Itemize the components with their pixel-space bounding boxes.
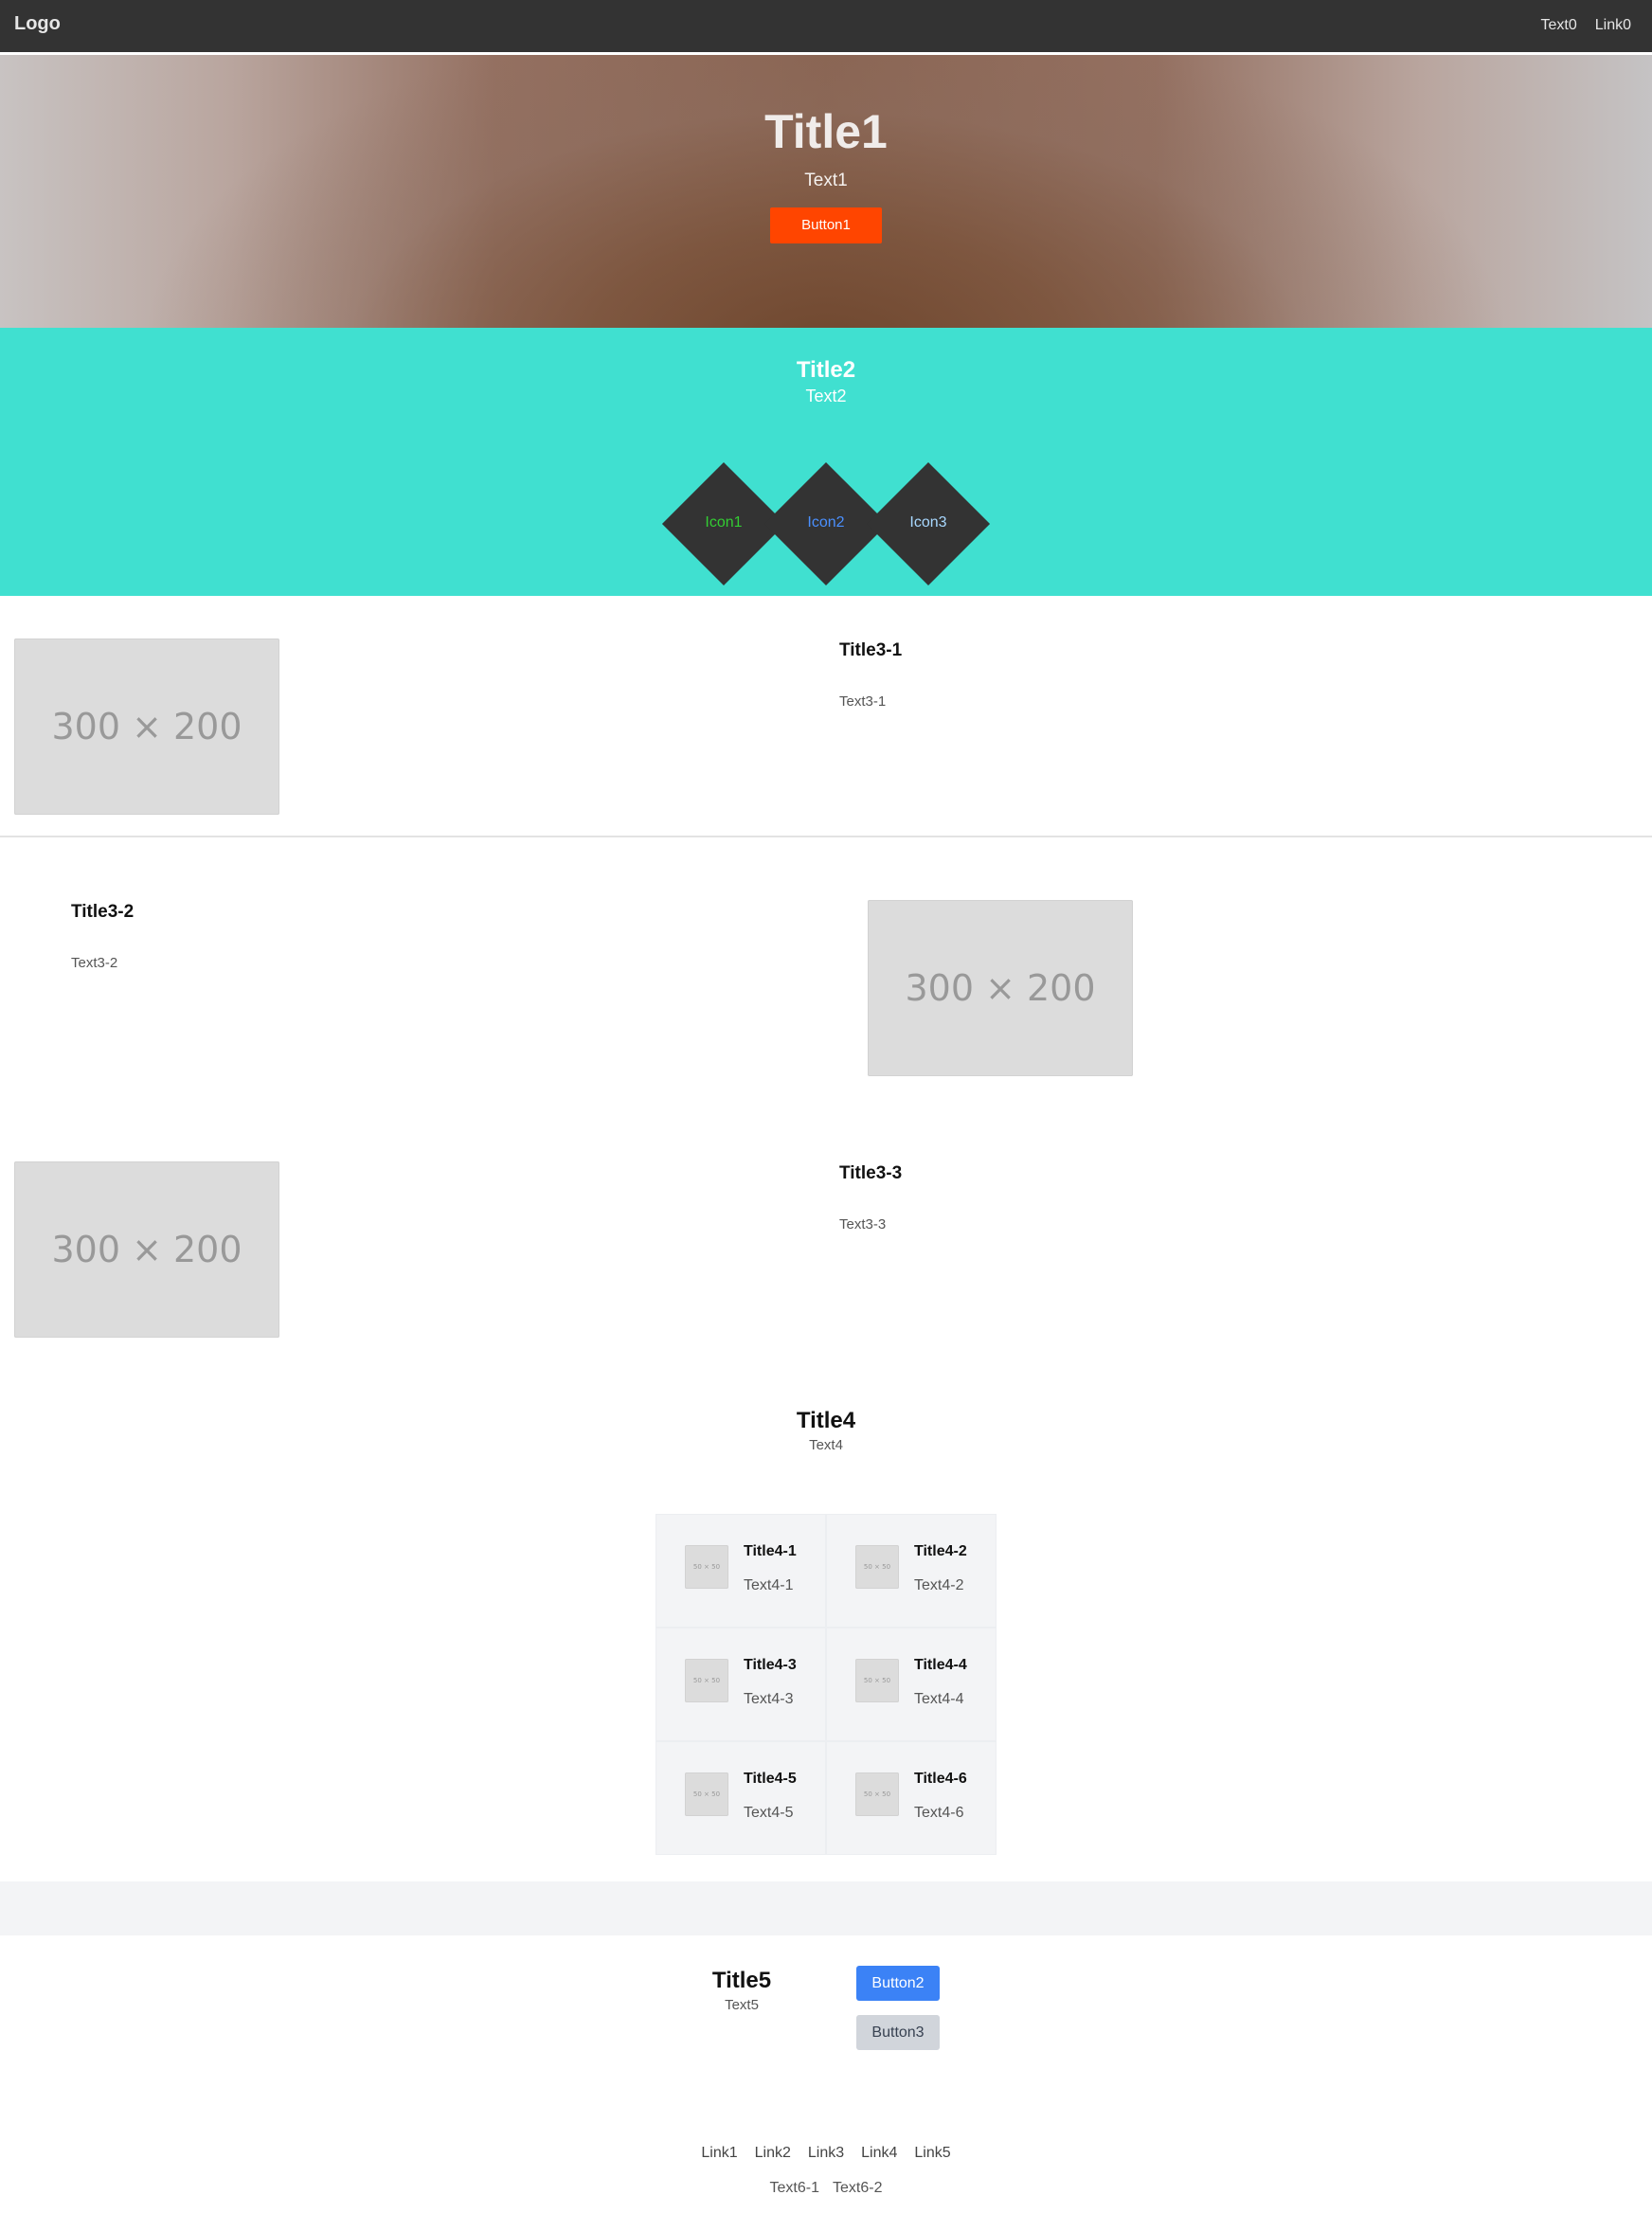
- grid-item-image: 50 × 50: [855, 1772, 899, 1816]
- row1-title: Title3-1: [839, 640, 903, 660]
- divider-band: [0, 1881, 1652, 1935]
- hero-banner: [0, 55, 1652, 328]
- footer-link-4[interactable]: Link4: [861, 2145, 897, 2162]
- grid-text: Text4: [809, 1437, 843, 1453]
- grid-item: 50 × 50 Title4-2 Text4-2: [826, 1514, 997, 1628]
- grid-item: 50 × 50 Title4-5 Text4-5: [655, 1741, 826, 1855]
- grid-item-image: 50 × 50: [685, 1772, 728, 1816]
- grid-item-image: 50 × 50: [685, 1545, 728, 1589]
- row1-image: 300 × 200: [14, 639, 279, 815]
- grid-item: 50 × 50 Title4-4 Text4-4: [826, 1628, 997, 1741]
- row2-title: Title3-2: [71, 902, 135, 922]
- footer-link-3[interactable]: Link3: [808, 2145, 844, 2162]
- grid-title: Title4: [796, 1408, 856, 1433]
- feature-grid: 50 × 50 Title4-1 Text4-1 50 × 50 Title4-…: [655, 1514, 997, 1855]
- grid-item-text: Text4-4: [914, 1691, 964, 1707]
- grid-item-image: 50 × 50: [855, 1545, 899, 1589]
- footer-text: Text6-1 Text6-2: [0, 2180, 1652, 2197]
- grid-item-title: Title4-5: [744, 1771, 797, 1787]
- icon3-label[interactable]: Icon3: [867, 514, 990, 531]
- hero-text: Text1: [804, 171, 848, 190]
- footer-text-1: Text6-1: [769, 2180, 819, 2196]
- grid-item-title: Title4-6: [914, 1771, 967, 1787]
- grid-item-title: Title4-4: [914, 1657, 967, 1673]
- grid-item: 50 × 50 Title4-1 Text4-1: [655, 1514, 826, 1628]
- features-title: Title2: [796, 357, 856, 383]
- grid-item: 50 × 50 Title4-6 Text4-6: [826, 1741, 997, 1855]
- section-divider: [0, 836, 1652, 837]
- grid-item-title: Title4-2: [914, 1543, 967, 1559]
- row3-image: 300 × 200: [14, 1161, 279, 1338]
- row2-text: Text3-2: [71, 955, 118, 971]
- grid-item-image: 50 × 50: [685, 1659, 728, 1702]
- hero-title: Title1: [764, 105, 888, 158]
- grid-item-text: Text4-3: [744, 1691, 794, 1707]
- row1-text: Text3-1: [839, 693, 887, 710]
- cta-text: Text5: [725, 1997, 759, 2013]
- top-navbar: Logo Text0 Link0: [0, 0, 1652, 55]
- grid-item-title: Title4-3: [744, 1657, 797, 1673]
- primary-button[interactable]: Button2: [856, 1966, 940, 2001]
- grid-item-text: Text4-2: [914, 1577, 964, 1593]
- nav-link[interactable]: Link0: [1595, 17, 1631, 34]
- grid-item-title: Title4-1: [744, 1543, 797, 1559]
- grid-item-text: Text4-6: [914, 1805, 964, 1821]
- footer-link-2[interactable]: Link2: [755, 2145, 791, 2162]
- footer-links: Link1 Link2 Link3 Link4 Link5: [0, 2145, 1652, 2162]
- grid-item-text: Text4-1: [744, 1577, 794, 1593]
- footer-text-2: Text6-2: [833, 2180, 883, 2196]
- grid-item: 50 × 50 Title4-3 Text4-3: [655, 1628, 826, 1741]
- cta-title: Title5: [711, 1968, 772, 1993]
- secondary-button[interactable]: Button3: [856, 2015, 940, 2050]
- grid-item-image: 50 × 50: [855, 1659, 899, 1702]
- row3-text: Text3-3: [839, 1216, 887, 1232]
- footer-link-5[interactable]: Link5: [914, 2145, 950, 2162]
- row2-image: 300 × 200: [868, 900, 1133, 1076]
- grid-item-text: Text4-5: [744, 1805, 794, 1821]
- features-text: Text2: [805, 387, 847, 405]
- hero-button[interactable]: Button1: [770, 207, 882, 243]
- nav-links: Text0 Link0: [1541, 17, 1632, 34]
- logo[interactable]: Logo: [14, 13, 61, 35]
- nav-text: Text0: [1540, 17, 1577, 33]
- footer-link-1[interactable]: Link1: [701, 2145, 737, 2162]
- row3-title: Title3-3: [839, 1163, 903, 1183]
